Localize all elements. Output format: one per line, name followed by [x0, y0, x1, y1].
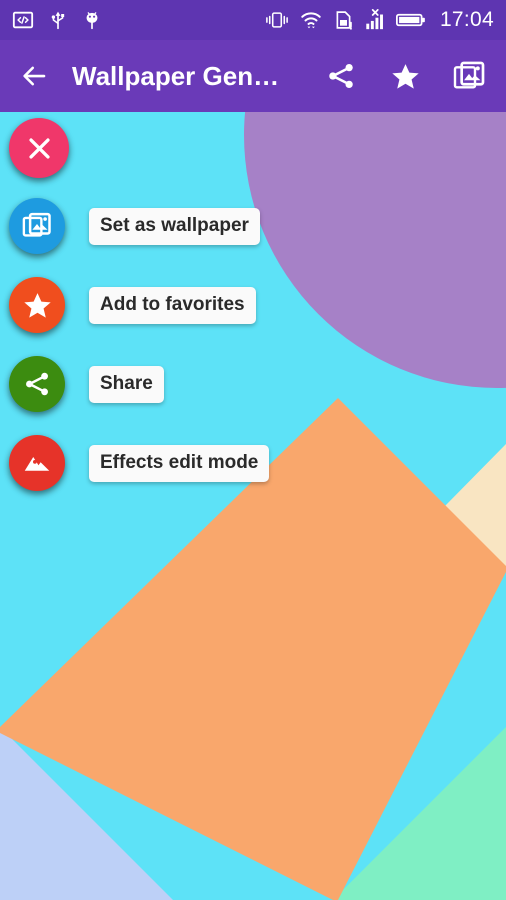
collections-icon: [453, 61, 485, 89]
share-button[interactable]: [324, 59, 358, 93]
page-title: Wallpaper Gen…: [72, 60, 280, 91]
status-bar-left-icons: [12, 9, 102, 31]
status-bar-right-icons: 17:04: [265, 8, 494, 32]
share-label[interactable]: Share: [89, 365, 164, 403]
fab-row-effects-edit-mode: Effects edit mode: [9, 433, 270, 493]
usb-icon: [51, 11, 65, 30]
signal-no-service-icon: [366, 9, 383, 30]
add-to-favorites-label[interactable]: Add to favorites: [89, 286, 256, 324]
star-icon: [23, 292, 51, 318]
close-icon: [28, 137, 50, 159]
share-icon: [26, 372, 48, 396]
set-as-wallpaper-fab[interactable]: [9, 198, 65, 254]
phone-screen: 17:04 Wallpaper Gen… Set as wallpaper Ad…: [0, 0, 506, 900]
favorite-button[interactable]: [388, 59, 422, 93]
share-icon: [329, 64, 353, 88]
developer-code-icon: [12, 11, 34, 29]
vibrate-icon: [266, 12, 288, 28]
back-button[interactable]: [18, 60, 50, 92]
fab-row-share: Share: [9, 354, 164, 414]
set-as-wallpaper-label[interactable]: Set as wallpaper: [89, 207, 260, 245]
effects-edit-mode-label[interactable]: Effects edit mode: [89, 444, 270, 482]
fab-row-set-as-wallpaper: Set as wallpaper: [9, 196, 260, 256]
status-bar: 17:04: [0, 0, 506, 40]
sim-card-alert-icon: [336, 11, 352, 30]
effects-edit-mode-fab[interactable]: [9, 435, 65, 491]
collections-icon: [22, 212, 51, 237]
status-bar-clock: 17:04: [439, 8, 494, 31]
back-arrow-icon: [23, 66, 46, 86]
share-fab[interactable]: [9, 356, 65, 412]
landscape-icon: [24, 457, 50, 471]
add-to-favorites-fab[interactable]: [9, 277, 65, 333]
fab-row-close: [9, 118, 69, 178]
collections-button[interactable]: [452, 59, 486, 93]
wifi-icon: [301, 12, 321, 29]
battery-icon: [395, 13, 425, 27]
app-bar-actions: [324, 59, 492, 93]
star-icon: [391, 63, 419, 89]
fab-row-add-to-favorites: Add to favorites: [9, 275, 256, 335]
app-bar: Wallpaper Gen…: [0, 40, 506, 112]
close-fab[interactable]: [9, 118, 69, 178]
android-debug-icon: [86, 12, 98, 30]
